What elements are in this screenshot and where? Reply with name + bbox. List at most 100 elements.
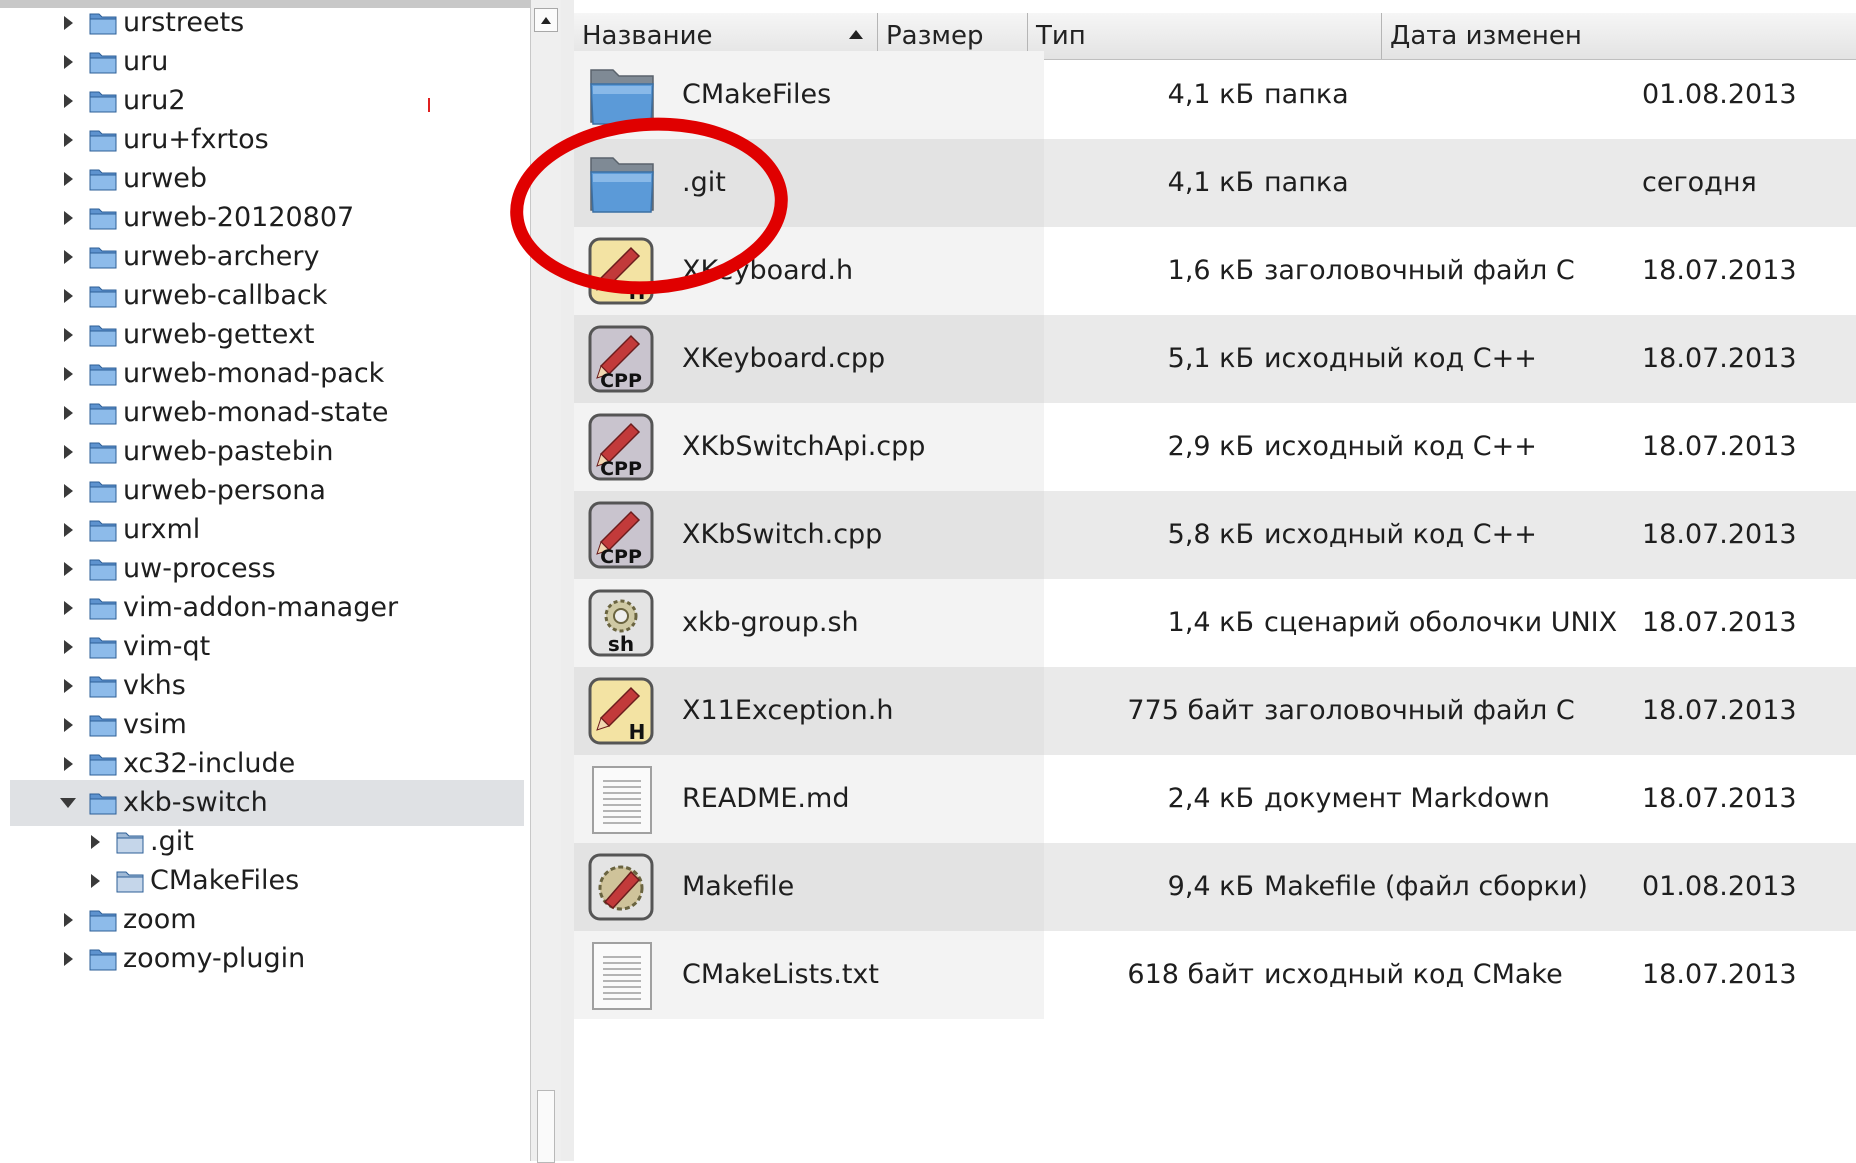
file-row[interactable]: H X11Exception.h 775 байт заголовочный фай… (574, 667, 1856, 755)
folder-icon (88, 8, 118, 38)
file-date: 18.07.2013 (1642, 519, 1797, 550)
scrollbar-thumb[interactable] (537, 1090, 555, 1163)
folder-icon (88, 47, 118, 77)
cpp-file-icon: CPP (587, 324, 657, 394)
file-name: README.md (682, 783, 850, 814)
file-name: XKbSwitch.cpp (682, 519, 883, 550)
file-date: 18.07.2013 (1642, 959, 1797, 990)
file-type: исходный код CMake (1264, 959, 1563, 990)
tree-item-label: zoomy-plugin (123, 943, 306, 974)
folder-icon (88, 125, 118, 155)
file-name: CMakeLists.txt (682, 959, 879, 990)
folder-icon (88, 86, 118, 116)
folder-icon (88, 554, 118, 584)
folder-icon (88, 203, 118, 233)
file-size: 5,8 кБ (1167, 519, 1254, 550)
folder-icon (88, 164, 118, 194)
column-header-type-label: Тип (1036, 21, 1086, 51)
file-size: 4,1 кБ (1167, 79, 1254, 110)
file-type: заголовочный файл C (1264, 695, 1575, 726)
file-date: сегодня (1642, 167, 1757, 198)
svg-text:CPP: CPP (600, 370, 642, 392)
tree-item[interactable]: zoomy-plugin (10, 936, 524, 982)
file-type: исходный код C++ (1264, 343, 1537, 374)
file-date: 18.07.2013 (1642, 343, 1797, 374)
folder-icon (115, 827, 145, 857)
file-date: 18.07.2013 (1642, 431, 1797, 462)
sort-ascending-icon (849, 30, 863, 39)
folder-icon (88, 398, 118, 428)
folder-icon (88, 320, 118, 350)
file-type: папка (1264, 79, 1349, 110)
file-date: 01.08.2013 (1642, 79, 1797, 110)
folder-icon (88, 476, 118, 506)
svg-text:CPP: CPP (600, 458, 642, 480)
folder-icon (88, 515, 118, 545)
cpp-file-icon: CPP (587, 500, 657, 570)
file-date: 18.07.2013 (1642, 783, 1797, 814)
file-size: 2,9 кБ (1167, 431, 1254, 462)
file-name: xkb-group.sh (682, 607, 859, 638)
file-date: 18.07.2013 (1642, 607, 1797, 638)
file-type: документ Markdown (1264, 783, 1550, 814)
file-date: 18.07.2013 (1642, 255, 1797, 286)
column-header-name-label: Название (582, 21, 713, 51)
file-type: сценарий оболочки UNIX (1264, 607, 1618, 638)
svg-text:H: H (629, 720, 646, 744)
file-size: 4,1 кБ (1167, 167, 1254, 198)
folder-icon (88, 671, 118, 701)
file-name: X11Exception.h (682, 695, 894, 726)
file-size: 1,6 кБ (1167, 255, 1254, 286)
file-type: заголовочный файл C (1264, 255, 1575, 286)
file-row[interactable]: README.md 2,4 кБ документ Markdown 18.07.20… (574, 755, 1856, 843)
file-row[interactable]: CPP XKeyboard.cpp 5,1 кБ исходный код C++ 1… (574, 315, 1856, 403)
scroll-up-button[interactable] (534, 8, 558, 32)
folder-icon (88, 905, 118, 935)
file-size: 1,4 кБ (1167, 607, 1254, 638)
text-file-icon (587, 940, 657, 1010)
file-date: 01.08.2013 (1642, 871, 1797, 902)
file-row[interactable]: CPP XKbSwitch.cpp 5,8 кБ исходный код C++ 1… (574, 491, 1856, 579)
folder-icon (88, 788, 118, 818)
shell-script-icon: sh (587, 588, 657, 658)
arrow-up-icon (541, 16, 551, 24)
file-row[interactable]: CPP XKbSwitchApi.cpp 2,9 кБ исходный код C… (574, 403, 1856, 491)
file-type: исходный код C++ (1264, 519, 1537, 550)
annotation-tick-mark (428, 98, 430, 112)
file-row[interactable]: CMakeFiles 4,1 кБ папка 01.08.2013 (574, 51, 1856, 139)
folder-icon (88, 281, 118, 311)
column-header-size-label: Размер (886, 21, 984, 51)
header-file-icon: H (587, 676, 657, 746)
file-row[interactable]: CMakeLists.txt 618 байт исходный код CMake… (574, 931, 1856, 1019)
file-type: Makefile (файл сборки) (1264, 871, 1588, 902)
file-row[interactable]: Makefile 9,4 кБ Makefile (файл сборки) 01.0… (574, 843, 1856, 931)
file-size: 9,4 кБ (1167, 871, 1254, 902)
file-size: 618 байт (1127, 959, 1254, 990)
file-type: папка (1264, 167, 1349, 198)
file-size: 2,4 кБ (1167, 783, 1254, 814)
folder-icon (88, 632, 118, 662)
file-row[interactable]: sh xkb-group.sh 1,4 кБ сценарий оболочки U… (574, 579, 1856, 667)
folder-icon (88, 242, 118, 272)
file-name: Makefile (682, 871, 795, 902)
column-header-date-label: Дата изменен (1390, 21, 1582, 51)
file-size: 5,1 кБ (1167, 343, 1254, 374)
folder-icon (115, 866, 145, 896)
expander-right-icon[interactable] (58, 936, 78, 982)
folder-icon (88, 437, 118, 467)
folder-icon (88, 944, 118, 974)
file-type: исходный код C++ (1264, 431, 1537, 462)
svg-text:sh: sh (608, 632, 634, 656)
folder-icon (88, 359, 118, 389)
folder-icon (88, 749, 118, 779)
folder-tree-pane: urstreets uru uru2 uru+fxrtos urweb urwe… (0, 0, 530, 1161)
file-name: XKeyboard.cpp (682, 343, 886, 374)
makefile-icon (587, 852, 657, 922)
cpp-file-icon: CPP (587, 412, 657, 482)
folder-icon (88, 593, 118, 623)
file-date: 18.07.2013 (1642, 695, 1797, 726)
text-file-icon (587, 764, 657, 834)
svg-text:CPP: CPP (600, 546, 642, 568)
file-size: 775 байт (1127, 695, 1254, 726)
folder-icon (88, 710, 118, 740)
